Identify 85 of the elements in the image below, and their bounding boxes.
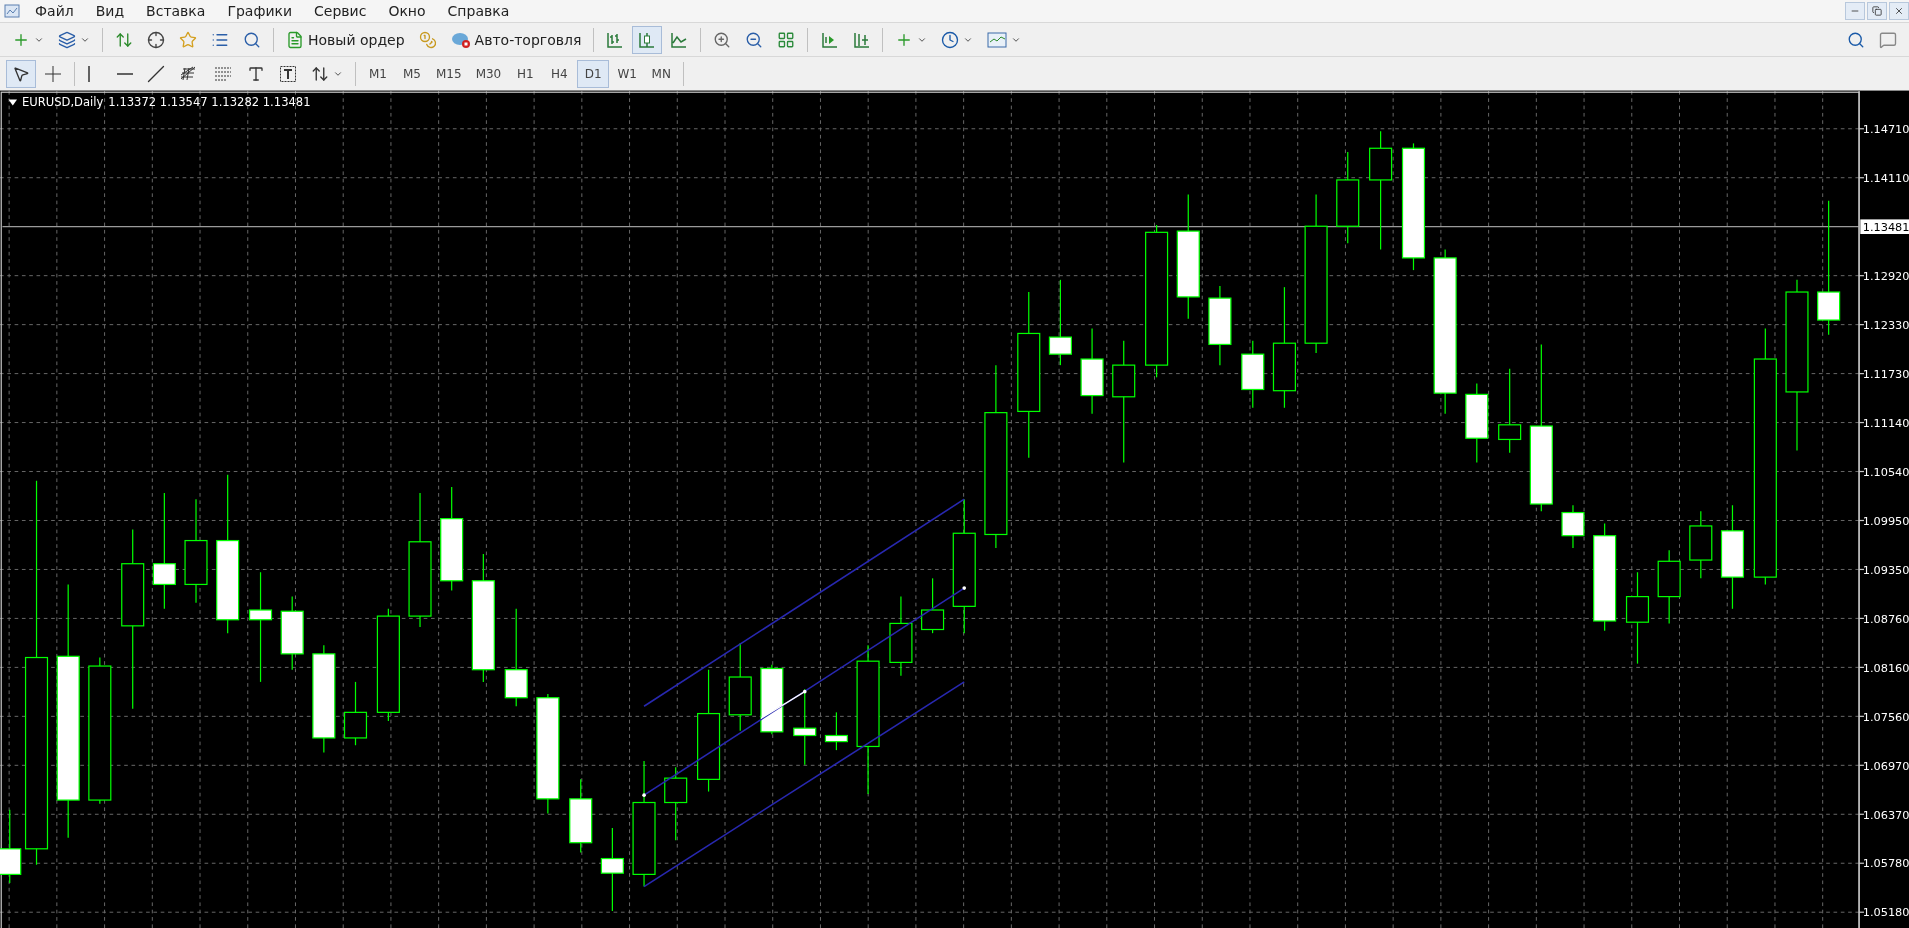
new-order-button[interactable]: Новый ордер xyxy=(280,25,411,54)
price-label: 1.05780 xyxy=(1862,856,1909,871)
timeframe-button[interactable]: M30 xyxy=(469,59,508,88)
candlestick xyxy=(343,681,368,746)
app-icon xyxy=(4,3,20,19)
bar-chart-icon xyxy=(606,30,625,49)
chart-type-button[interactable] xyxy=(632,25,663,54)
timeframe-button[interactable]: W1 xyxy=(611,59,644,88)
timeframe-button[interactable]: MN xyxy=(645,59,678,88)
horizontal-line-icon xyxy=(117,71,133,76)
crosshair-icon xyxy=(147,30,165,49)
coins-icon xyxy=(418,30,437,49)
autotrading-icon xyxy=(450,30,471,49)
price-label: 1.11140 xyxy=(1862,415,1909,430)
price-label: 1.14110 xyxy=(1862,171,1909,185)
price-label: 1.09350 xyxy=(1862,562,1909,577)
clock-icon xyxy=(941,30,960,49)
menu-item[interactable]: Окно xyxy=(377,3,437,19)
price-label: 1.12920 xyxy=(1862,268,1909,283)
template-icon xyxy=(987,31,1008,48)
timeframe-button[interactable]: M15 xyxy=(430,59,468,88)
grid-icon xyxy=(777,30,796,49)
candlestick xyxy=(760,664,784,735)
candlestick xyxy=(1561,504,1585,549)
candlestick xyxy=(921,577,945,634)
magnifier-icon xyxy=(243,30,261,49)
menu-item[interactable]: Вставка xyxy=(135,3,217,19)
trend-segment xyxy=(760,691,806,720)
autotrading-button[interactable]: Авто-торговля xyxy=(444,25,588,54)
document-plus-icon xyxy=(286,30,304,49)
price-label: 1.07560 xyxy=(1862,709,1909,724)
price-label: 1.08160 xyxy=(1862,660,1909,675)
candlestick xyxy=(1241,340,1265,409)
price-label: 1.11730 xyxy=(1862,366,1909,381)
cursor-icon xyxy=(12,64,30,83)
layers-icon xyxy=(58,30,76,49)
close-icon xyxy=(1894,6,1904,16)
close-button[interactable] xyxy=(1889,2,1909,20)
price-label: 1.12330 xyxy=(1862,317,1909,332)
timeframe-button[interactable]: H1 xyxy=(509,59,542,88)
zoom-in-icon xyxy=(713,30,732,49)
candlestick xyxy=(1689,510,1713,579)
timeframe-button[interactable]: M1 xyxy=(362,59,394,88)
menu-item[interactable]: Графики xyxy=(216,3,304,19)
anchor-point xyxy=(802,689,807,694)
menu-item[interactable]: Сервис xyxy=(303,3,378,19)
arrows-icon xyxy=(311,64,329,83)
auto-scroll-icon xyxy=(820,30,839,49)
anchor-point xyxy=(962,586,967,590)
text-label-icon xyxy=(279,64,297,83)
arrows-icon xyxy=(115,30,133,49)
price-label: 1.06970 xyxy=(1862,758,1909,773)
candlestick-icon xyxy=(638,30,657,49)
fibonacci-levels-icon xyxy=(213,64,233,83)
vertical-line-icon xyxy=(87,64,91,83)
anchor-point xyxy=(642,793,646,798)
symbol-label: EURUSD,Daily xyxy=(21,95,104,110)
price-label: 1.14710 xyxy=(1862,122,1909,137)
price-label: 1.08760 xyxy=(1862,611,1909,626)
menu-item[interactable]: Файл xyxy=(24,3,85,19)
timeframe-button[interactable]: D1 xyxy=(577,59,610,88)
collapse-triangle-icon xyxy=(8,99,18,106)
candlestick xyxy=(824,711,848,751)
price-label: 1.10540 xyxy=(1862,464,1909,479)
current-price-label: 1.13481 xyxy=(1860,219,1909,234)
chart-shift-icon xyxy=(852,30,871,49)
price-label: 1.06370 xyxy=(1862,807,1909,822)
ohlc-values: 1.13372 1.13547 1.13282 1.13481 xyxy=(108,95,311,110)
price-label: 1.05180 xyxy=(1862,905,1909,920)
price-label: 1.09950 xyxy=(1862,513,1909,528)
search-icon xyxy=(1847,30,1865,49)
text-icon xyxy=(247,64,265,83)
drawing-tool-button[interactable] xyxy=(6,59,36,88)
star-icon xyxy=(179,30,197,49)
line-chart-icon xyxy=(670,30,689,49)
menu-item[interactable]: Справка xyxy=(436,3,521,19)
chat-icon xyxy=(1879,30,1897,49)
restore-button[interactable] xyxy=(1867,2,1887,20)
timeframe-button[interactable]: M5 xyxy=(396,59,428,88)
menu-item[interactable]: Вид xyxy=(84,3,136,19)
crosshair-icon xyxy=(44,64,62,83)
zoom-out-icon xyxy=(745,30,764,49)
restore-icon xyxy=(1872,6,1882,16)
timeframe-button[interactable]: H4 xyxy=(543,59,576,88)
trendline-icon xyxy=(147,64,165,83)
